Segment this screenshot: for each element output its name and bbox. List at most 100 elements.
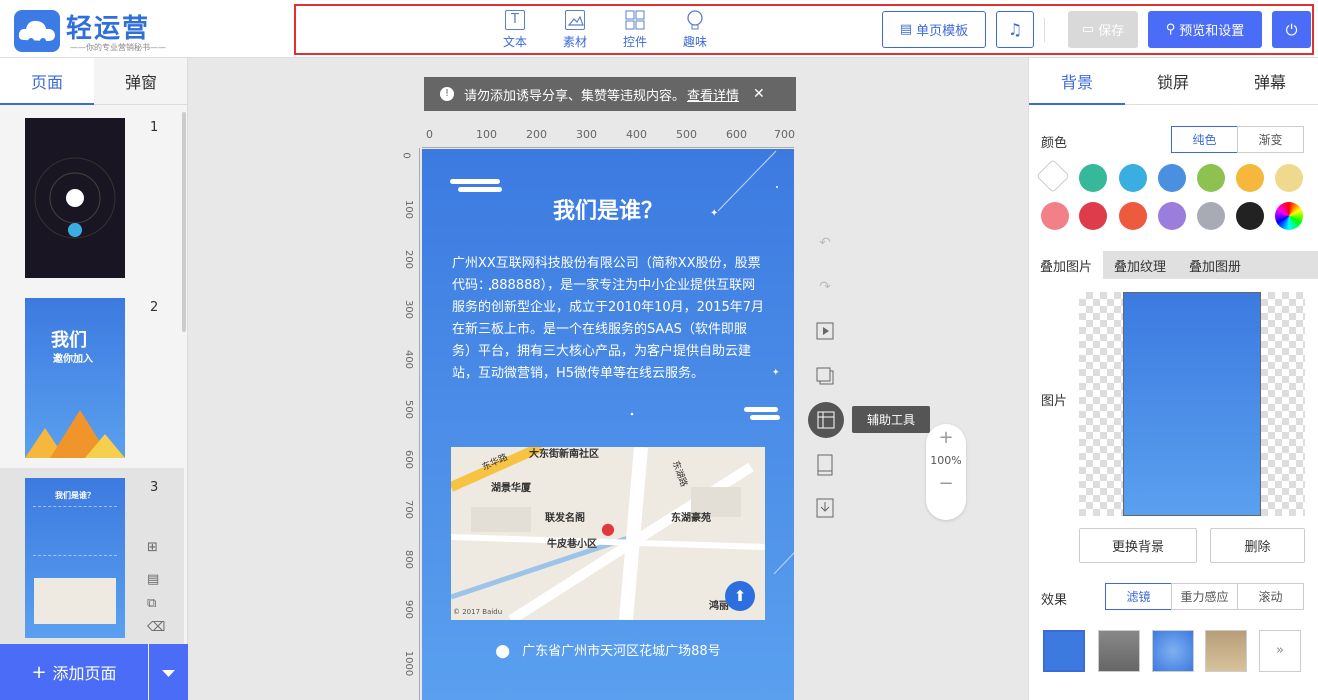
tab-barrage[interactable]: 弹幕 — [1221, 58, 1318, 105]
page-heading[interactable]: 我们是谁？ — [422, 193, 794, 225]
crop-frame[interactable] — [1123, 292, 1261, 516]
preview-settings-button[interactable]: ⚲ 预览和设置 — [1148, 11, 1262, 48]
tab-overlay-image[interactable]: 叠加图片 — [1029, 251, 1103, 279]
page-thumb-3[interactable]: 我们是谁？ 3 ⊞ ▤ ⧉ ⌫ — [0, 468, 184, 644]
zoom-out-button[interactable]: − — [926, 470, 966, 498]
ruler-label: 600 — [726, 128, 747, 141]
swatch-rainbow[interactable] — [1275, 202, 1303, 230]
address-text: 广东省广州市天河区花城广场88号 — [522, 644, 721, 659]
assist-tools-button[interactable] — [808, 402, 844, 438]
ruler-label: 100 — [403, 199, 415, 220]
page-thumb-1[interactable]: 1 — [0, 108, 184, 278]
notice-link[interactable]: 查看详情 — [687, 85, 739, 104]
scroll-up-icon[interactable]: ⬆ — [725, 581, 755, 611]
save-button[interactable]: ▭ 保存 — [1068, 11, 1138, 48]
tab-lockscreen[interactable]: 锁屏 — [1125, 58, 1221, 105]
page-list-panel: 页面 弹窗 1 我们 邀你加入 2 我们是谁？ 3 ⊞ ▤ ⧉ ⌫ — [0, 58, 188, 700]
address-line[interactable]: ⬤ 广东省广州市天河区花城广场88号 — [422, 640, 794, 659]
tab-popups[interactable]: 弹窗 — [94, 58, 188, 105]
map-copyright: © 2017 Baidu — [453, 608, 503, 616]
editor-toolbar: T 文本 素材 控件 趣味 ▤ 单页模板 ♫ ▭ 保存 ⚲ 预览和设置 ⏻ — [294, 4, 1314, 55]
power-button[interactable]: ⏻ — [1272, 11, 1311, 48]
swatch-black[interactable] — [1236, 202, 1264, 230]
tablet-icon[interactable] — [815, 454, 835, 476]
zoom-in-button[interactable]: + — [926, 424, 966, 452]
swatch-red[interactable] — [1079, 202, 1107, 230]
widget-tool[interactable]: 控件 — [612, 10, 658, 50]
add-icon[interactable]: ⊞ — [147, 540, 158, 555]
swatch-orange[interactable] — [1236, 164, 1264, 192]
page-thumb-2[interactable]: 我们 邀你加入 2 — [0, 288, 184, 458]
ruler-label: 0 — [400, 152, 412, 159]
undo-icon[interactable]: ↶ — [815, 235, 835, 255]
search-icon: ⚲ — [1165, 22, 1176, 37]
fun-tool-label: 趣味 — [682, 35, 707, 49]
tab-overlay-texture[interactable]: 叠加纹理 — [1103, 251, 1177, 279]
redo-icon[interactable]: ↷ — [815, 279, 835, 299]
single-page-template-button[interactable]: ▤ 单页模板 — [882, 11, 986, 48]
ruler-label: 700 — [403, 499, 415, 520]
download-icon[interactable] — [815, 498, 835, 518]
page-canvas[interactable]: ✦ ✦ 我们是谁？ 广州XX互联网科技股份有限公司（简称XX股份，股票代码：88… — [422, 149, 794, 700]
page-number: 3 — [150, 480, 159, 495]
swatch-purple[interactable] — [1158, 202, 1186, 230]
filter-option-blur[interactable] — [1152, 630, 1194, 672]
fun-tool[interactable]: 趣味 — [672, 10, 718, 50]
material-tool-label: 素材 — [562, 35, 587, 49]
play-icon[interactable] — [815, 322, 835, 342]
filter-option-original[interactable] — [1043, 630, 1085, 672]
page-body-text[interactable]: 广州XX互联网科技股份有限公司（简称XX股份，股票代码：888888），是一家专… — [452, 253, 766, 385]
swatch-teal[interactable] — [1079, 164, 1107, 192]
gradient-toggle[interactable]: 渐变 — [1237, 126, 1304, 153]
swatch-gray[interactable] — [1197, 202, 1225, 230]
swatch-white[interactable] — [1036, 159, 1070, 193]
alert-icon: ! — [440, 87, 454, 101]
swatch-pink[interactable] — [1041, 202, 1069, 230]
filter-toggle[interactable]: 滤镜 — [1105, 583, 1172, 610]
app-tagline: ——你的专业营销秘书—— — [70, 43, 166, 52]
add-page-dropdown[interactable] — [149, 644, 188, 700]
tab-overlay-album[interactable]: 叠加图册 — [1177, 251, 1318, 279]
add-page-label: 添加页面 — [52, 664, 117, 683]
more-filters-icon[interactable]: » — [1259, 630, 1301, 672]
layers-icon[interactable] — [815, 367, 835, 387]
swatch-beige[interactable] — [1275, 164, 1303, 192]
thumb-image: 我们是谁？ — [25, 478, 125, 638]
swatch-green[interactable] — [1197, 164, 1225, 192]
copy-icon[interactable]: ⧉ — [147, 596, 156, 611]
ruler-label: 800 — [403, 549, 415, 570]
add-page-button[interactable]: + 添加页面 — [0, 644, 148, 700]
solid-color-toggle[interactable]: 纯色 — [1171, 126, 1238, 153]
color-label: 颜色 — [1041, 136, 1068, 151]
replace-background-button[interactable]: 更换背景 — [1079, 528, 1197, 563]
ruler-label: 500 — [676, 128, 697, 141]
plus-icon: + — [31, 661, 47, 683]
scroll-toggle[interactable]: 滚动 — [1237, 583, 1304, 610]
gravity-toggle[interactable]: 重力感应 — [1171, 583, 1238, 610]
material-tool[interactable]: 素材 — [552, 10, 598, 50]
tab-pages[interactable]: 页面 — [0, 58, 94, 105]
image-icon — [565, 10, 585, 30]
background-image-preview[interactable] — [1079, 292, 1305, 516]
template-icon[interactable]: ▤ — [147, 572, 159, 587]
music-button[interactable]: ♫ — [996, 11, 1034, 48]
trash-icon[interactable]: ⌫ — [147, 620, 165, 635]
save-label: 保存 — [1098, 24, 1125, 39]
assist-tools-tooltip: 辅助工具 — [852, 406, 930, 433]
map-widget[interactable]: 大东街新南社区 东华路 湖景华厦 联发名阁 东湖豪苑 牛皮巷小区 东湖路 鸿丽 … — [451, 447, 765, 620]
swatch-cyan[interactable] — [1119, 164, 1147, 192]
swatch-vermilion[interactable] — [1119, 202, 1147, 230]
ruler-label: 100 — [476, 128, 497, 141]
properties-panel: 背景 锁屏 弹幕 颜色 纯色 渐变 叠加图片 叠加纹理 叠加图册 图片 更换背景… — [1028, 58, 1318, 700]
filter-option-sepia[interactable] — [1205, 630, 1247, 672]
delete-background-button[interactable]: 删除 — [1210, 528, 1305, 563]
tab-background[interactable]: 背景 — [1029, 58, 1125, 105]
preview-settings-label: 预览和设置 — [1179, 24, 1245, 39]
map-label: 东湖豪苑 — [671, 513, 711, 524]
scrollbar[interactable] — [182, 112, 186, 332]
close-icon[interactable]: ✕ — [753, 86, 765, 102]
swatch-blue[interactable] — [1158, 164, 1186, 192]
text-tool[interactable]: T 文本 — [492, 10, 538, 50]
filter-option-gray[interactable] — [1098, 630, 1140, 672]
zoom-control: + 100% − — [926, 424, 966, 520]
